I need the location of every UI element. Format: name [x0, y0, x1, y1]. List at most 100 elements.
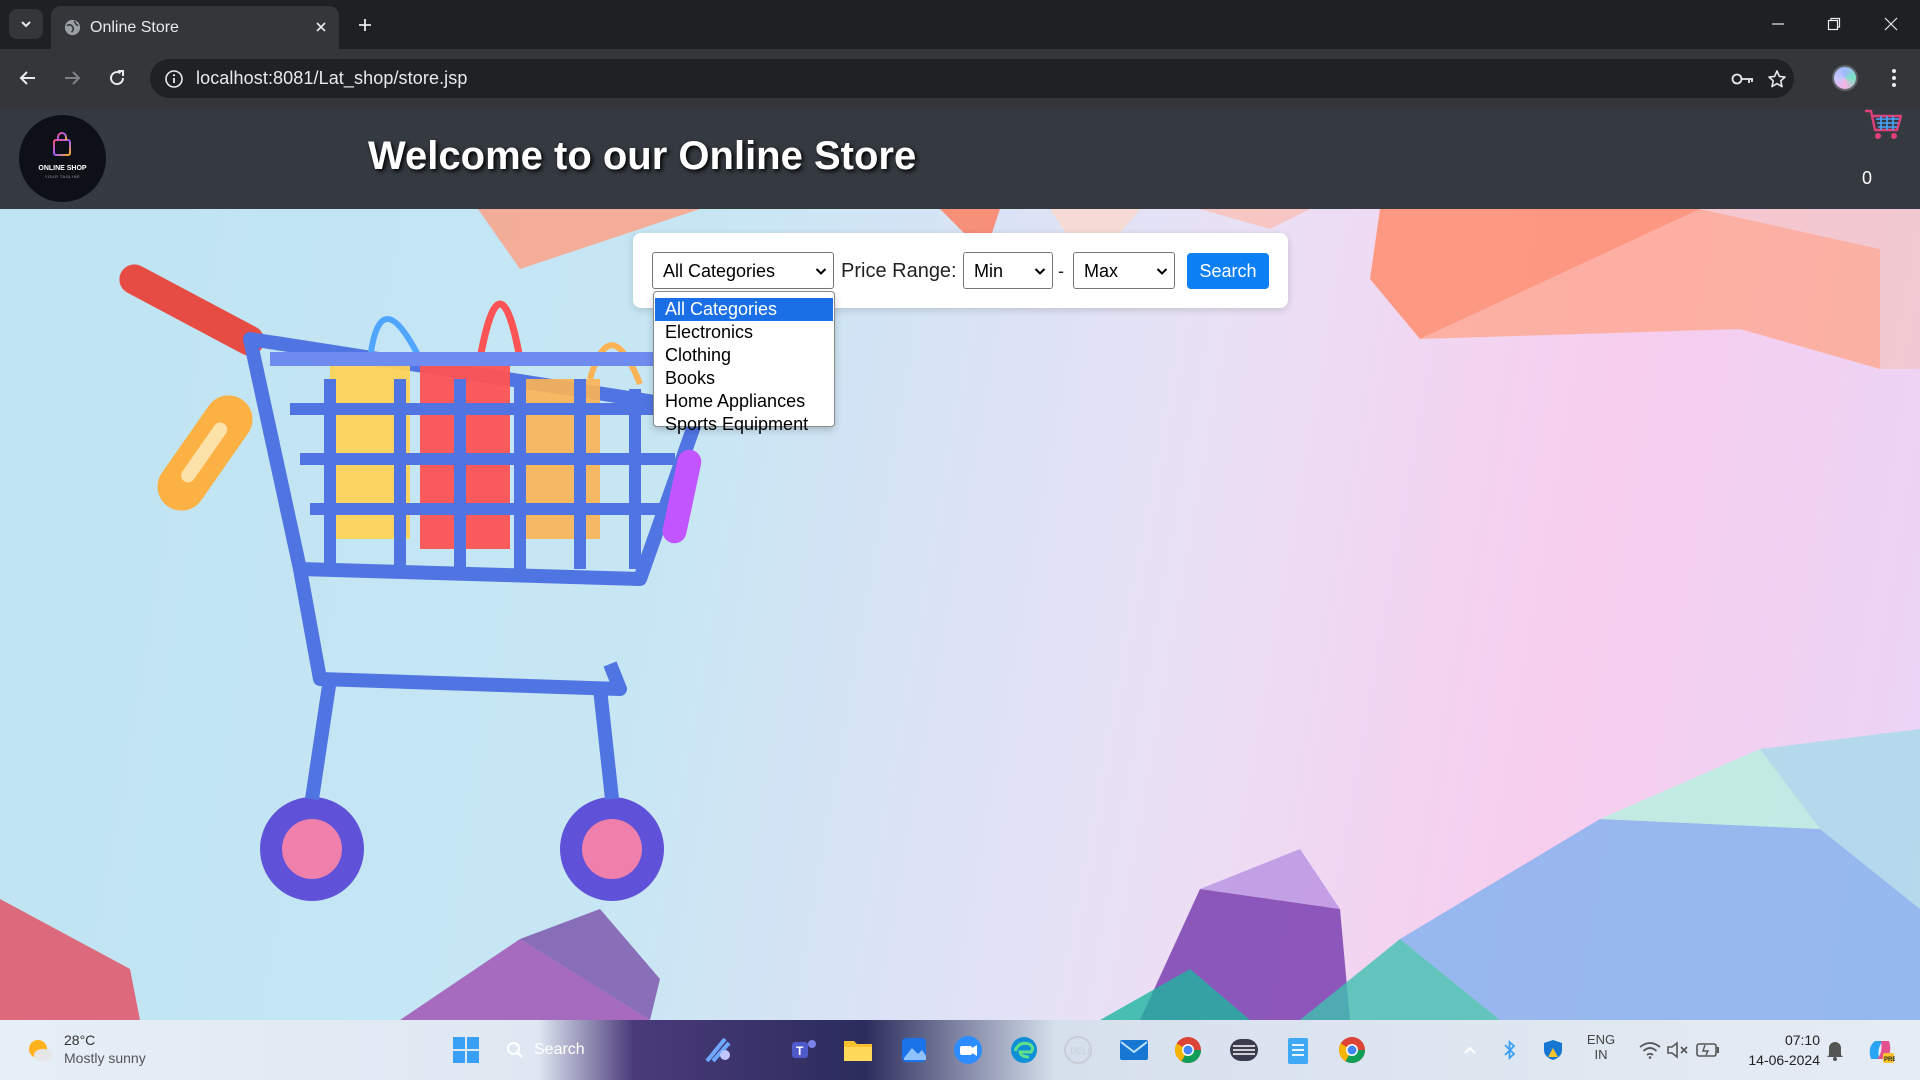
key-icon	[1731, 73, 1753, 85]
reload-icon	[110, 70, 125, 86]
category-option-all-categories[interactable]: All Categories	[655, 298, 833, 321]
url-text[interactable]: localhost:8081/Lat_shop/store.jsp	[196, 68, 467, 89]
shopping-cart-illustration	[0, 209, 1920, 1020]
taskbar-app-teams[interactable]: T	[786, 1032, 822, 1068]
arrow-left-icon	[19, 71, 35, 85]
more-vertical-icon	[1892, 69, 1896, 87]
taskbar-app-chrome[interactable]	[1170, 1032, 1206, 1068]
cart-icon[interactable]	[1864, 108, 1904, 142]
cart-count: 0	[1862, 168, 1873, 188]
zoom-icon	[954, 1036, 982, 1064]
browser-toolbar: localhost:8081/Lat_shop/store.jsp	[0, 49, 1920, 108]
volume-tray[interactable]	[1664, 1032, 1692, 1068]
show-hidden-icons-button[interactable]	[1456, 1032, 1484, 1068]
category-option-home-appliances[interactable]: Home Appliances	[654, 390, 834, 413]
svg-text:DELL: DELL	[1070, 1046, 1093, 1056]
info-icon	[165, 70, 183, 88]
taskbar-app-chrome-active[interactable]	[1334, 1032, 1370, 1068]
category-option-books[interactable]: Books	[654, 367, 834, 390]
windows-start-icon[interactable]	[452, 1036, 480, 1064]
taskbar-app-zoom[interactable]	[950, 1032, 986, 1068]
minimize-button[interactable]	[1758, 8, 1798, 40]
browser-tab[interactable]: Online Store	[51, 6, 339, 49]
chrome-icon	[1174, 1037, 1202, 1064]
bookmark-star-button[interactable]	[1764, 66, 1790, 92]
windows-taskbar: 28°C Mostly sunny Search T DELL ENG IN 0…	[0, 1020, 1920, 1080]
wifi-tray[interactable]	[1636, 1032, 1664, 1068]
category-option-sports-equipment[interactable]: Sports Equipment	[654, 413, 834, 436]
chevron-down-icon	[1156, 268, 1168, 275]
plus-icon	[359, 19, 371, 31]
max-price-value: Max	[1084, 261, 1119, 281]
min-price-select[interactable]: Min	[963, 252, 1053, 289]
reload-button[interactable]	[102, 63, 132, 93]
category-select[interactable]: All Categories	[652, 252, 834, 289]
edge-icon	[1011, 1037, 1037, 1063]
close-window-button[interactable]	[1871, 8, 1911, 40]
chrome-icon	[1338, 1037, 1366, 1064]
taskbar-app-notepad[interactable]	[1280, 1032, 1316, 1068]
svg-text:T: T	[796, 1044, 804, 1058]
clock-date: 14-06-2024	[1748, 1052, 1820, 1068]
volume-muted-icon	[1667, 1041, 1688, 1059]
weather-widget[interactable]: 28°C Mostly sunny	[26, 1028, 186, 1072]
logo-subtext: YOUR TAGLINE	[44, 174, 81, 179]
address-bar[interactable]: localhost:8081/Lat_shop/store.jsp	[150, 59, 1794, 98]
dell-icon: DELL	[1064, 1036, 1093, 1064]
category-option-electronics[interactable]: Electronics	[654, 321, 834, 344]
folder-icon	[844, 1041, 872, 1061]
sparkle-app-icon	[705, 1037, 731, 1063]
copilot-button[interactable]: PRE	[1862, 1032, 1898, 1068]
browser-tabstrip: Online Store	[0, 0, 1920, 49]
minimize-icon	[1772, 23, 1784, 25]
site-logo[interactable]: ONLINE SHOP YOUR TAGLINE	[19, 115, 106, 202]
taskbar-app-copilot[interactable]	[700, 1032, 736, 1068]
taskbar-app-mail[interactable]	[1116, 1032, 1152, 1068]
taskbar-search[interactable]: Search	[506, 1032, 656, 1068]
category-option-clothing[interactable]: Clothing	[654, 344, 834, 367]
battery-icon	[1696, 1043, 1719, 1057]
taskbar-app-photos[interactable]	[896, 1032, 932, 1068]
clock-time: 07:10	[1784, 1032, 1820, 1048]
taskbar-app-edge[interactable]	[1006, 1032, 1042, 1068]
bell-icon	[1827, 1042, 1843, 1061]
max-price-select[interactable]: Max	[1073, 252, 1175, 289]
chevron-down-icon	[21, 21, 31, 28]
battery-tray[interactable]	[1694, 1032, 1722, 1068]
taskbar-app-file-explorer[interactable]	[840, 1032, 876, 1068]
new-tab-button[interactable]	[352, 12, 378, 38]
category-select-value: All Categories	[663, 261, 776, 281]
web-page: ONLINE SHOP YOUR TAGLINE Welcome to our …	[0, 108, 1920, 1020]
language-region: IN	[1594, 1047, 1608, 1062]
taskbar-clock[interactable]: 07:10 14-06-2024	[1730, 1030, 1820, 1070]
photos-icon	[902, 1038, 926, 1062]
taskbar-app-dell[interactable]: DELL	[1060, 1032, 1096, 1068]
tab-search-button[interactable]	[9, 9, 43, 39]
shopping-bag-icon	[53, 132, 71, 156]
taskbar-app-terminal[interactable]	[1226, 1032, 1262, 1068]
language-indicator[interactable]: ENG IN	[1584, 1032, 1618, 1062]
close-icon	[316, 22, 326, 32]
profile-avatar[interactable]	[1832, 65, 1858, 91]
teams-icon: T	[792, 1040, 816, 1058]
category-dropdown-list: All Categories Electronics Clothing Book…	[653, 291, 835, 434]
weather-temperature: 28°C	[64, 1032, 96, 1048]
password-key-button[interactable]	[1730, 66, 1756, 92]
site-info-button[interactable]	[162, 67, 186, 91]
tab-close-button[interactable]	[311, 17, 331, 37]
terminal-icon	[1230, 1039, 1258, 1061]
bluetooth-tray[interactable]	[1496, 1032, 1524, 1068]
notepad-icon	[1288, 1038, 1308, 1064]
wifi-icon	[1639, 1042, 1661, 1059]
tab-title: Online Store	[90, 19, 179, 36]
security-tray[interactable]	[1538, 1032, 1568, 1068]
forward-button[interactable]	[57, 63, 87, 93]
notification-button[interactable]	[1820, 1032, 1850, 1068]
sun-cloud-icon	[29, 1040, 52, 1061]
browser-menu-button[interactable]	[1880, 64, 1908, 92]
search-icon	[507, 1042, 523, 1058]
search-button[interactable]: Search	[1187, 253, 1269, 289]
restore-button[interactable]	[1814, 8, 1854, 40]
mail-icon	[1120, 1040, 1148, 1060]
back-button[interactable]	[13, 63, 43, 93]
